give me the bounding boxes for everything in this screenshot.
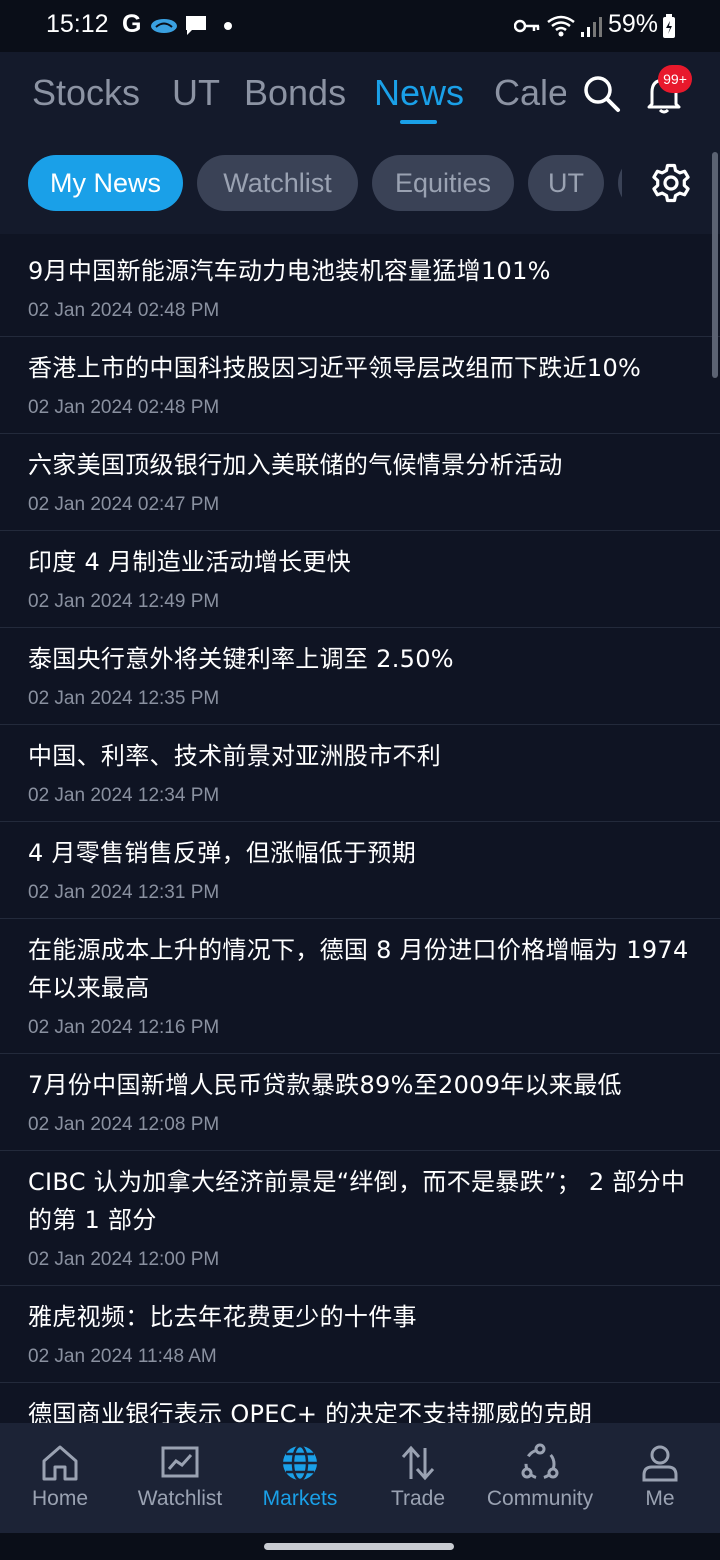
news-title: 香港上市的中国科技股因习近平领导层改组而下跌近10% bbox=[28, 354, 642, 382]
news-item[interactable]: 印度 4 月制造业活动增长更快 02 Jan 2024 12:49 PM bbox=[0, 531, 720, 628]
news-title: 德国商业银行表示 OPEC+ 的决定不支持挪威的克朗 bbox=[28, 1400, 593, 1423]
nav-community-label: Community bbox=[486, 1487, 594, 1510]
nav-markets[interactable]: Markets bbox=[240, 1423, 360, 1533]
news-item[interactable]: 7月份中国新增人民币贷款暴跌89%至2009年以来最低 02 Jan 2024 … bbox=[0, 1054, 720, 1151]
news-title: 六家美国顶级银行加入美联储的气候情景分析活动 bbox=[28, 451, 563, 479]
news-date: 02 Jan 2024 11:48 AM bbox=[28, 1346, 217, 1367]
news-date: 02 Jan 2024 12:31 PM bbox=[28, 882, 220, 903]
message-icon bbox=[186, 16, 206, 35]
globe-icon bbox=[283, 1444, 317, 1482]
nav-home[interactable]: Home bbox=[0, 1423, 120, 1533]
tab-bonds[interactable]: Bonds bbox=[244, 72, 346, 114]
tab-strip: Stocks UT Bonds News Cale bbox=[0, 52, 566, 140]
home-gesture-bar[interactable] bbox=[264, 1543, 454, 1550]
cloud-icon bbox=[151, 19, 177, 33]
wifi-icon bbox=[547, 15, 575, 37]
bottom-nav: Home Watchlist Markets Trade Community M… bbox=[0, 1423, 720, 1533]
transfer-icon bbox=[401, 1445, 435, 1481]
chip-next[interactable] bbox=[618, 155, 622, 211]
news-item[interactable]: 雅虎视频：比去年花费更少的十件事 02 Jan 2024 11:48 AM bbox=[0, 1286, 720, 1383]
news-date: 02 Jan 2024 12:16 PM bbox=[28, 1017, 220, 1038]
news-item[interactable]: 德国商业银行表示 OPEC+ 的决定不支持挪威的克朗 bbox=[0, 1383, 720, 1423]
chart-icon bbox=[161, 1446, 199, 1478]
news-title: 在能源成本上升的情况下，德国 8 月份进口价格增幅为 1974 年以来最高 bbox=[28, 936, 689, 1002]
news-date: 02 Jan 2024 02:48 PM bbox=[28, 300, 220, 321]
nav-markets-label: Markets bbox=[262, 1487, 338, 1510]
notification-badge: 99+ bbox=[658, 65, 692, 93]
news-title: CIBC 认为加拿大经济前景是“绊倒，而不是暴跌”； 2 部分中的第 1 部分 bbox=[28, 1168, 686, 1234]
status-bar: 15:12 G 59% bbox=[0, 0, 720, 52]
tab-ut[interactable]: UT bbox=[172, 72, 220, 114]
news-item[interactable]: CIBC 认为加拿大经济前景是“绊倒，而不是暴跌”； 2 部分中的第 1 部分 … bbox=[0, 1151, 720, 1286]
battery-icon bbox=[663, 14, 675, 38]
nav-community[interactable]: Community bbox=[480, 1423, 600, 1533]
nav-trade-label: Trade bbox=[390, 1487, 446, 1510]
news-title: 中国、利率、技术前景对亚洲股市不利 bbox=[28, 742, 442, 770]
news-date: 02 Jan 2024 12:34 PM bbox=[28, 785, 220, 806]
tab-stocks[interactable]: Stocks bbox=[32, 72, 140, 114]
gear-icon[interactable] bbox=[650, 162, 692, 204]
news-list: 9月中国新能源汽车动力电池装机容量猛增101% 02 Jan 2024 02:4… bbox=[0, 240, 720, 1423]
news-item[interactable]: 香港上市的中国科技股因习近平领导层改组而下跌近10% 02 Jan 2024 0… bbox=[0, 337, 720, 434]
google-icon: G bbox=[122, 10, 142, 38]
person-icon bbox=[642, 1445, 678, 1482]
community-icon bbox=[521, 1443, 559, 1480]
nav-watchlist[interactable]: Watchlist bbox=[120, 1423, 240, 1533]
news-item[interactable]: 中国、利率、技术前景对亚洲股市不利 02 Jan 2024 12:34 PM bbox=[0, 725, 720, 822]
search-icon[interactable] bbox=[582, 74, 622, 114]
nav-me-label: Me bbox=[645, 1487, 675, 1510]
news-item[interactable]: 4 月零售销售反弹，但涨幅低于预期 02 Jan 2024 12:31 PM bbox=[0, 822, 720, 919]
nav-watchlist-label: Watchlist bbox=[137, 1487, 223, 1510]
news-date: 02 Jan 2024 12:00 PM bbox=[28, 1249, 220, 1270]
chip-watchlist[interactable]: Watchlist bbox=[197, 155, 358, 211]
news-title: 印度 4 月制造业活动增长更快 bbox=[28, 548, 352, 576]
news-item[interactable]: 9月中国新能源汽车动力电池装机容量猛增101% 02 Jan 2024 02:4… bbox=[0, 240, 720, 337]
news-title: 雅虎视频：比去年花费更少的十件事 bbox=[28, 1303, 417, 1331]
key-icon bbox=[514, 19, 540, 33]
status-time: 15:12 bbox=[46, 10, 109, 38]
news-title: 9月中国新能源汽车动力电池装机容量猛增101% bbox=[28, 257, 551, 285]
active-tab-indicator bbox=[400, 120, 437, 124]
gesture-area bbox=[0, 1533, 720, 1560]
chip-equities[interactable]: Equities bbox=[372, 155, 514, 211]
news-title: 4 月零售销售反弹，但涨幅低于预期 bbox=[28, 839, 416, 867]
nav-trade[interactable]: Trade bbox=[358, 1423, 478, 1533]
filter-chips: My News Watchlist Equities UT bbox=[0, 140, 720, 234]
news-date: 02 Jan 2024 12:35 PM bbox=[28, 688, 220, 709]
nav-home-label: Home bbox=[31, 1487, 89, 1510]
nav-me[interactable]: Me bbox=[600, 1423, 720, 1533]
news-title: 泰国央行意外将关键利率上调至 2.50% bbox=[28, 645, 454, 673]
signal-icon bbox=[581, 17, 602, 37]
news-date: 02 Jan 2024 12:49 PM bbox=[28, 591, 220, 612]
home-icon bbox=[42, 1445, 78, 1481]
news-item[interactable]: 在能源成本上升的情况下，德国 8 月份进口价格增幅为 1974 年以来最高 02… bbox=[0, 919, 720, 1054]
news-title: 7月份中国新增人民币贷款暴跌89%至2009年以来最低 bbox=[28, 1071, 622, 1099]
top-nav: Stocks UT Bonds News Cale 99+ bbox=[0, 52, 720, 140]
tab-calendar[interactable]: Cale bbox=[494, 72, 566, 114]
news-date: 02 Jan 2024 12:08 PM bbox=[28, 1114, 220, 1135]
dot-icon bbox=[224, 22, 232, 30]
chip-my-news[interactable]: My News bbox=[28, 155, 183, 211]
news-item[interactable]: 泰国央行意外将关键利率上调至 2.50% 02 Jan 2024 12:35 P… bbox=[0, 628, 720, 725]
tab-news[interactable]: News bbox=[374, 72, 464, 114]
news-date: 02 Jan 2024 02:47 PM bbox=[28, 494, 220, 515]
scrollbar[interactable] bbox=[712, 152, 718, 378]
chip-ut[interactable]: UT bbox=[528, 155, 604, 211]
news-item[interactable]: 六家美国顶级银行加入美联储的气候情景分析活动 02 Jan 2024 02:47… bbox=[0, 434, 720, 531]
battery-percent: 59% bbox=[608, 10, 659, 38]
chip-strip: My News Watchlist Equities UT bbox=[0, 140, 622, 234]
news-date: 02 Jan 2024 02:48 PM bbox=[28, 397, 220, 418]
